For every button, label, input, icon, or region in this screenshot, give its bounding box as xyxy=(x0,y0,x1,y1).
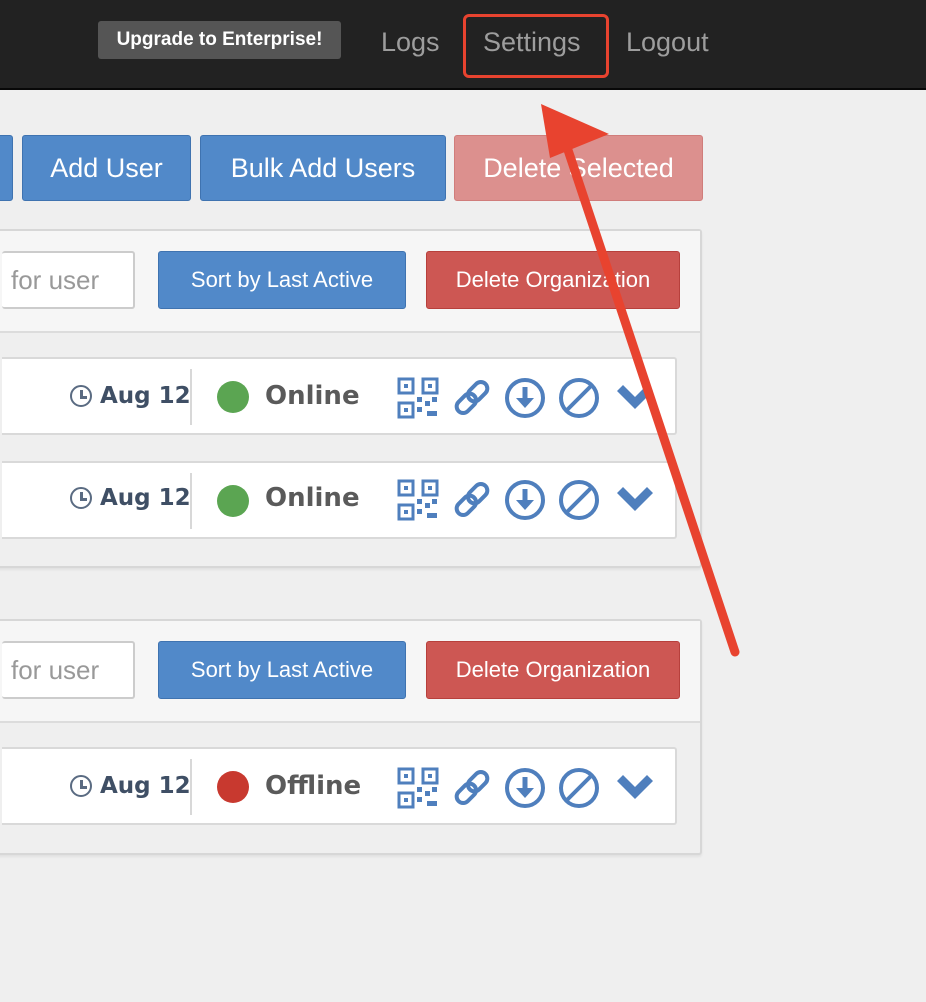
status-dot-online xyxy=(217,485,249,517)
row-divider xyxy=(190,369,192,425)
clock-icon xyxy=(70,385,92,407)
organization-panel-header: for user Sort by Last Active Delete Orga… xyxy=(0,621,700,723)
sort-by-last-active-button[interactable]: Sort by Last Active xyxy=(158,641,406,699)
link-icon[interactable] xyxy=(451,767,493,809)
delete-selected-button[interactable]: Delete Selected xyxy=(454,135,703,201)
disable-icon[interactable] xyxy=(558,767,600,809)
upgrade-enterprise-button[interactable]: Upgrade to Enterprise! xyxy=(98,21,341,59)
chevron-down-icon[interactable] xyxy=(614,767,656,809)
qr-code-icon[interactable] xyxy=(397,767,439,809)
organization-panel-header: for user Sort by Last Active Delete Orga… xyxy=(0,231,700,333)
user-row[interactable]: Aug 12 Offline xyxy=(2,747,677,825)
status-dot-online xyxy=(217,381,249,413)
download-icon[interactable] xyxy=(504,377,546,419)
disable-icon[interactable] xyxy=(558,479,600,521)
row-divider xyxy=(190,473,192,529)
bulk-add-users-button[interactable]: Bulk Add Users xyxy=(200,135,446,201)
download-icon[interactable] xyxy=(504,767,546,809)
organization-panel: for user Sort by Last Active Delete Orga… xyxy=(0,229,702,568)
link-icon[interactable] xyxy=(451,479,493,521)
nav-link-logs[interactable]: Logs xyxy=(381,22,440,62)
disable-icon[interactable] xyxy=(558,377,600,419)
qr-code-icon[interactable] xyxy=(397,377,439,419)
status-label: Online xyxy=(265,381,360,411)
user-row[interactable]: Aug 12 Online xyxy=(2,461,677,539)
clock-icon xyxy=(70,775,92,797)
user-search-input[interactable]: for user xyxy=(2,641,135,699)
row-divider xyxy=(190,759,192,815)
delete-organization-button[interactable]: Delete Organization xyxy=(426,641,680,699)
add-user-button[interactable]: Add User xyxy=(22,135,191,201)
last-active-date: Aug 12 xyxy=(100,485,191,511)
status-dot-offline xyxy=(217,771,249,803)
sort-by-last-active-button[interactable]: Sort by Last Active xyxy=(158,251,406,309)
qr-code-icon[interactable] xyxy=(397,479,439,521)
top-navbar: Upgrade to Enterprise! Logs Settings Log… xyxy=(0,0,926,90)
delete-organization-button[interactable]: Delete Organization xyxy=(426,251,680,309)
nav-link-logout[interactable]: Logout xyxy=(626,22,709,62)
chevron-down-icon[interactable] xyxy=(614,479,656,521)
chevron-down-icon[interactable] xyxy=(614,377,656,419)
download-icon[interactable] xyxy=(504,479,546,521)
last-active-date: Aug 12 xyxy=(100,773,191,799)
toolbar-button-partial[interactable] xyxy=(0,135,13,201)
status-label: Online xyxy=(265,483,360,513)
last-active-date: Aug 12 xyxy=(100,383,191,409)
user-search-input[interactable]: for user xyxy=(2,251,135,309)
link-icon[interactable] xyxy=(451,377,493,419)
user-row[interactable]: Aug 12 Online xyxy=(2,357,677,435)
settings-highlight-box xyxy=(463,14,609,78)
status-label: Offline xyxy=(265,771,362,801)
clock-icon xyxy=(70,487,92,509)
organization-panel: for user Sort by Last Active Delete Orga… xyxy=(0,619,702,855)
